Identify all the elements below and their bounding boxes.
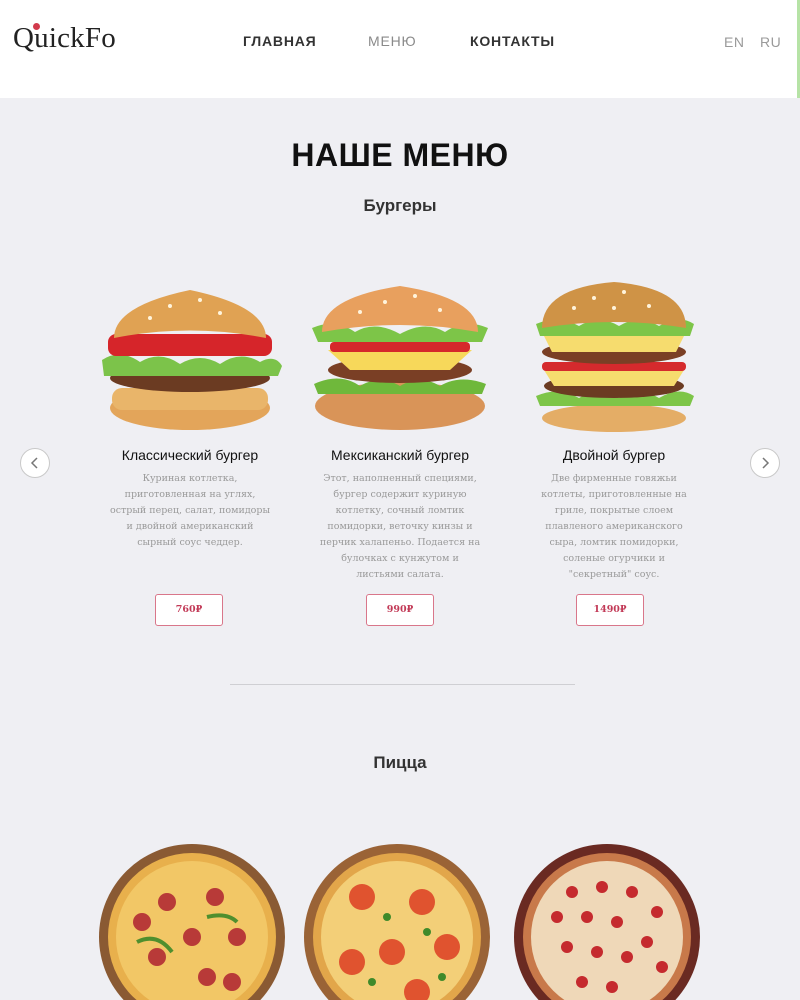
- section-title-pizza: Пицца: [373, 753, 427, 772]
- desc-line: котлетку, сочный ломтик: [335, 505, 465, 516]
- pizza-image: [304, 844, 490, 1000]
- desc-line: и двойной американский: [126, 521, 254, 532]
- carousel-next-button[interactable]: [750, 448, 780, 478]
- section-title-burgers: Бургеры: [363, 196, 437, 215]
- desc-line: Куриная котлетка,: [142, 473, 238, 484]
- logo-text: QuickFo: [13, 22, 116, 54]
- card-description: Этот, наполненный специями, бургер содер…: [300, 471, 500, 583]
- chevron-right-icon: [762, 457, 770, 469]
- desc-line: бургер содержит куриную: [333, 489, 467, 500]
- desc-line: гриле, покрытые слоем: [554, 505, 674, 516]
- mexican-burger-image: [312, 286, 488, 430]
- classic-burger-image: [102, 290, 282, 430]
- desc-line: котлеты, приготовленные на: [541, 489, 687, 500]
- nav-menu[interactable]: МЕНЮ: [368, 33, 416, 49]
- desc-line: сырный соус чеддер.: [137, 537, 243, 548]
- card-description: Две фирменные говяжьи котлеты, приготовл…: [514, 471, 714, 583]
- desc-line: соленые огурчики и: [563, 553, 665, 564]
- nav-contacts[interactable]: КОНТАКТЫ: [470, 33, 555, 49]
- chevron-left-icon: [30, 457, 38, 469]
- desc-line: Этот, наполненный специями,: [323, 473, 477, 484]
- desc-line: листьями салата.: [356, 569, 444, 580]
- desc-line: приготовленная на углях,: [124, 489, 256, 500]
- card-name: Мексиканский бургер: [330, 447, 470, 463]
- desc-line: плавленого американского: [545, 521, 683, 532]
- double-burger-image: [536, 282, 694, 432]
- lang-en[interactable]: EN: [724, 34, 744, 50]
- price-button[interactable]: 760₽: [155, 594, 223, 626]
- lang-ru[interactable]: RU: [760, 34, 781, 50]
- section-divider: [230, 684, 575, 685]
- pizza-image: [514, 844, 700, 1000]
- desc-line: острый перец, салат, помидоры: [109, 505, 271, 516]
- card-description: Куриная котлетка, приготовленная на угля…: [90, 471, 290, 551]
- nav-home[interactable]: ГЛАВНАЯ: [243, 33, 317, 49]
- page-title: НАШЕ МЕНЮ: [291, 137, 509, 173]
- desc-line: помидорки, веточку кинзы и: [327, 521, 473, 532]
- desc-line: перчик халапеньо. Подается на: [319, 537, 481, 548]
- site-header: QuickFo ГЛАВНАЯ МЕНЮ КОНТАКТЫ EN RU: [0, 0, 800, 98]
- logo-dot: [33, 23, 40, 30]
- carousel-prev-button[interactable]: [20, 448, 50, 478]
- card-name: Двойной бургер: [562, 447, 666, 463]
- desc-line: Две фирменные говяжьи: [551, 473, 677, 484]
- pizza-image: [99, 844, 285, 1000]
- price-button[interactable]: 1490₽: [576, 594, 644, 626]
- desc-line: сыра, ломтик помидорки,: [549, 537, 679, 548]
- logo[interactable]: QuickFo: [13, 22, 116, 55]
- desc-line: "секретный" соус.: [568, 569, 660, 580]
- card-name: Классический бургер: [121, 447, 259, 463]
- price-button[interactable]: 990₽: [366, 594, 434, 626]
- desc-line: булочках с кунжутом и: [341, 553, 459, 564]
